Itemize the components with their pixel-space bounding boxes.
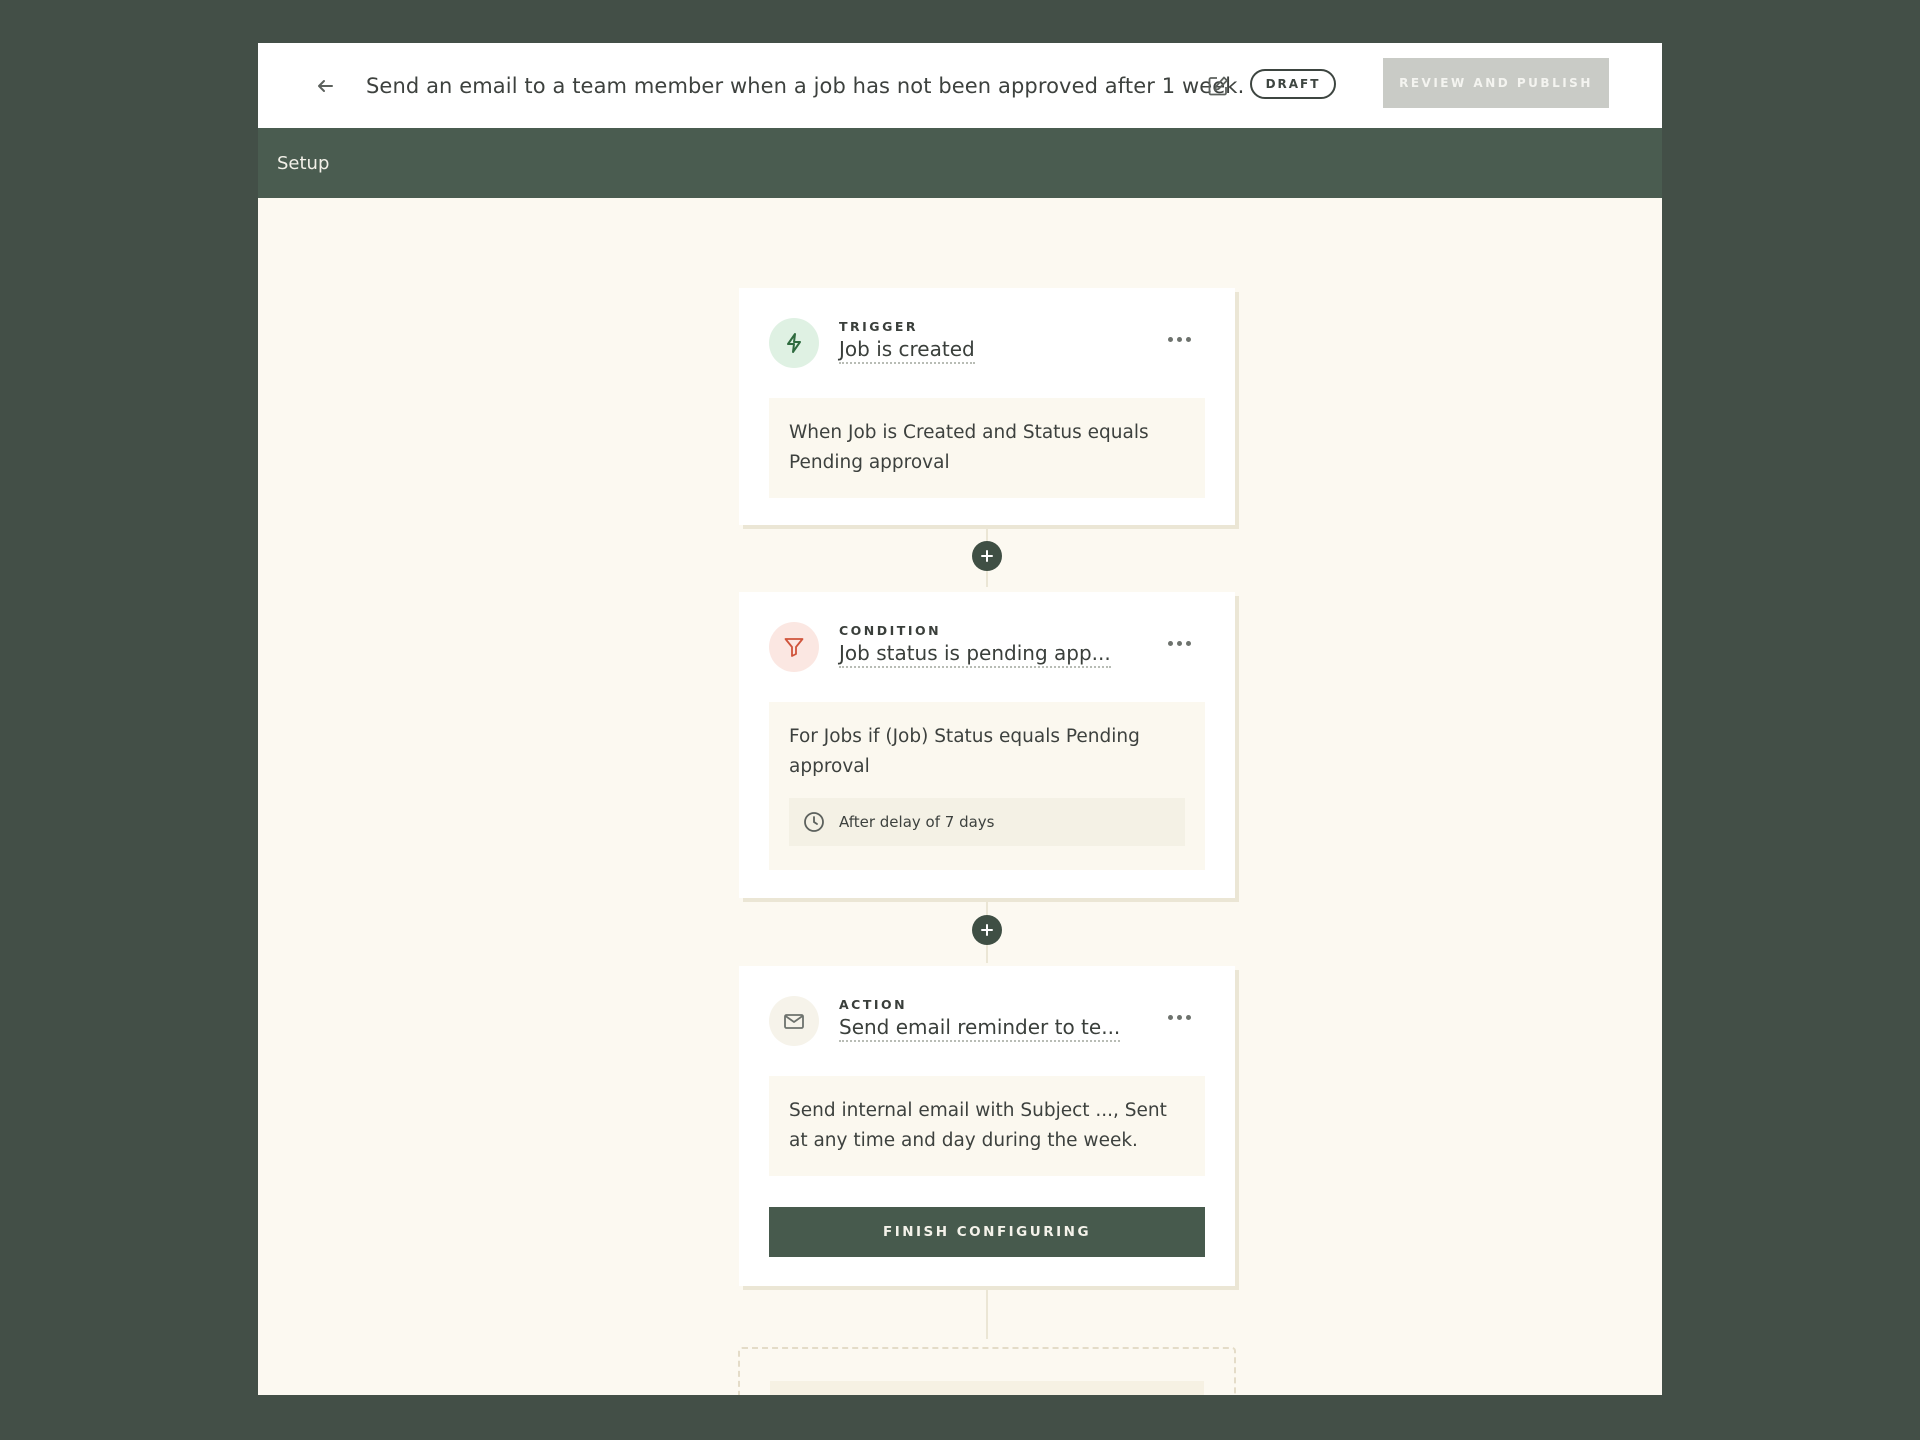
new-step-placeholder[interactable] bbox=[738, 1347, 1236, 1395]
clock-icon bbox=[803, 811, 825, 833]
edit-title-button[interactable] bbox=[1203, 71, 1233, 101]
condition-icon-badge bbox=[769, 622, 819, 672]
more-icon bbox=[1167, 640, 1173, 646]
card-type-label: ACTION bbox=[839, 997, 908, 1012]
trigger-description: When Job is Created and Status equals Pe… bbox=[769, 398, 1205, 498]
mail-icon bbox=[784, 1014, 804, 1029]
more-icon bbox=[1167, 336, 1173, 342]
lightning-icon bbox=[787, 333, 801, 353]
trigger-icon-badge bbox=[769, 318, 819, 368]
connector-line bbox=[986, 1286, 988, 1339]
action-name[interactable]: Send email reminder to te... bbox=[839, 1015, 1121, 1042]
action-icon-badge bbox=[769, 996, 819, 1046]
condition-description: For Jobs if (Job) Status equals Pending … bbox=[769, 702, 1205, 870]
action-description: Send internal email with Subject ..., Se… bbox=[769, 1076, 1205, 1176]
trigger-card[interactable]: TRIGGER Job is created When Job is Creat… bbox=[739, 288, 1235, 525]
add-step-button[interactable] bbox=[972, 915, 1002, 945]
back-button[interactable] bbox=[310, 71, 340, 101]
edit-icon bbox=[1208, 76, 1228, 96]
more-icon bbox=[1167, 1014, 1173, 1020]
action-more-menu[interactable] bbox=[1163, 1006, 1195, 1028]
condition-more-menu[interactable] bbox=[1163, 632, 1195, 654]
workflow-editor-window: Send an email to a team member when a jo… bbox=[258, 43, 1662, 1395]
condition-card[interactable]: CONDITION Job status is pending app... F… bbox=[739, 592, 1235, 898]
condition-name[interactable]: Job status is pending app... bbox=[839, 641, 1111, 668]
delay-row: After delay of 7 days bbox=[789, 798, 1185, 846]
setup-tab[interactable]: Setup bbox=[277, 153, 329, 174]
status-badge: DRAFT bbox=[1250, 69, 1336, 99]
delay-label: After delay of 7 days bbox=[839, 813, 995, 831]
action-card[interactable]: ACTION Send email reminder to te... Send… bbox=[739, 966, 1235, 1286]
setup-bar: Setup bbox=[258, 128, 1662, 198]
plus-icon bbox=[981, 924, 993, 936]
trigger-name[interactable]: Job is created bbox=[839, 337, 975, 364]
plus-icon bbox=[981, 550, 993, 562]
review-and-publish-button[interactable]: REVIEW AND PUBLISH bbox=[1383, 58, 1609, 108]
top-bar: Send an email to a team member when a jo… bbox=[258, 43, 1662, 128]
placeholder-content bbox=[770, 1381, 1204, 1395]
workflow-title: Send an email to a team member when a jo… bbox=[366, 73, 1245, 98]
trigger-more-menu[interactable] bbox=[1163, 328, 1195, 350]
add-step-button[interactable] bbox=[972, 541, 1002, 571]
finish-configuring-button[interactable]: FINISH CONFIGURING bbox=[769, 1207, 1205, 1257]
filter-icon bbox=[784, 638, 804, 657]
card-type-label: TRIGGER bbox=[839, 319, 918, 334]
arrow-left-icon bbox=[318, 80, 333, 92]
card-type-label: CONDITION bbox=[839, 623, 942, 638]
